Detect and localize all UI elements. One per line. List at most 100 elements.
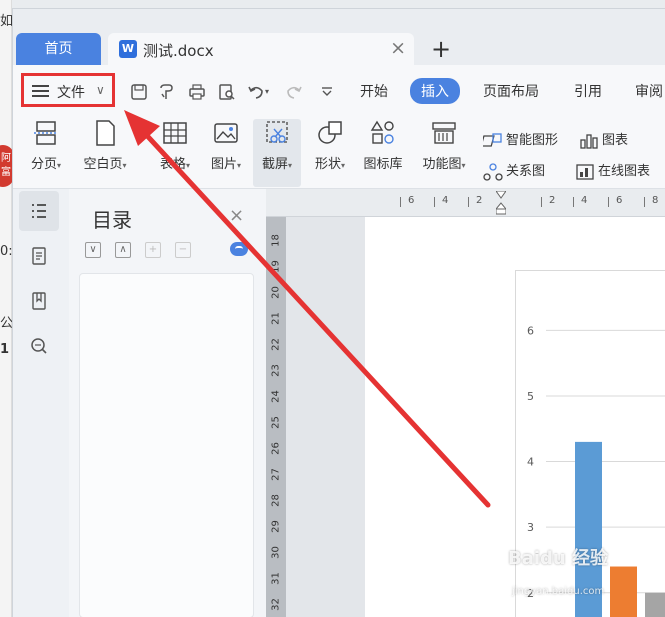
tab-start[interactable]: 开始: [360, 81, 388, 101]
blank-page-button[interactable]: 空白页▾: [75, 119, 135, 172]
blank-page-icon: [91, 119, 119, 147]
document-title: 测试.docx: [143, 42, 214, 60]
toc-panel: 目录 × ∨ ∧ + −: [69, 189, 266, 617]
ruler-tick-label: 8: [652, 195, 659, 206]
ruler-tick-label: 4: [442, 195, 449, 206]
indent-marker[interactable]: [494, 190, 508, 215]
function-chart-label: 功能图: [422, 157, 462, 172]
remove-heading-icon[interactable]: −: [175, 242, 191, 258]
icon-library-button[interactable]: 图标库: [357, 119, 409, 172]
function-chart-button[interactable]: 功能图▾: [415, 119, 473, 172]
ruler-tick-label: 4: [581, 195, 588, 206]
app-window: 首页 W 测试.docx × + 文件 ∨ ▾ 开始 插入 页面布局 引用 审阅…: [12, 8, 665, 617]
file-menu-button[interactable]: 文件 ∨: [21, 73, 115, 107]
relation-button[interactable]: 关系图: [483, 160, 545, 181]
new-tab-button[interactable]: +: [431, 37, 451, 61]
expand-icon[interactable]: ∧: [115, 242, 131, 258]
bookmark-nav-button[interactable]: [19, 281, 59, 321]
screenshot-icon: [263, 119, 291, 147]
ruler-tick-label: 28: [270, 494, 282, 507]
screenshot-label: 截屏: [261, 157, 288, 172]
print-icon[interactable]: [188, 83, 206, 101]
table-button[interactable]: 表格▾: [151, 119, 199, 172]
ruler-tick-label: 2: [549, 195, 556, 206]
insert-ribbon: 分页▾ 空白页▾ 表格▾ 图片▾ 截屏▾ 形状▾ 图标库 功能图▾ 智能图形 图…: [13, 117, 665, 189]
screenshot-button[interactable]: 截屏▾: [253, 119, 301, 187]
background-text: 1: [0, 342, 10, 357]
ruler-tick-label: 24: [270, 390, 282, 403]
tab-document[interactable]: W 测试.docx ×: [108, 33, 414, 65]
smart-art-label: 智能图形: [506, 133, 559, 148]
ruler-tick-label: 18: [270, 234, 282, 247]
chart-button[interactable]: 图表: [579, 129, 628, 150]
page-break-icon: [32, 119, 60, 147]
tab-review[interactable]: 审阅: [635, 81, 663, 101]
ruler-tick-label: 32: [270, 598, 282, 611]
toc-options-icon[interactable]: [230, 242, 248, 256]
blank-page-label: 空白页: [83, 157, 123, 172]
shape-icon: [316, 119, 344, 147]
image-button[interactable]: 图片▾: [203, 119, 249, 172]
find-nav-button[interactable]: [19, 326, 59, 366]
relation-icon: [483, 162, 503, 181]
ruler-tick-label: 25: [270, 416, 282, 429]
undo-dropdown-icon[interactable]: ▾: [265, 87, 275, 105]
tab-insert[interactable]: 插入: [410, 78, 460, 104]
ruler-tick: [644, 197, 645, 207]
collapse-icon[interactable]: ∨: [85, 242, 101, 258]
shape-label: 形状: [314, 157, 341, 172]
ruler-tick-label: 6: [408, 195, 415, 206]
ruler-tick-label: 20: [270, 286, 282, 299]
ruler-tick-label: 22: [270, 338, 282, 351]
icon-library-label: 图标库: [363, 157, 403, 172]
table-icon: [161, 119, 189, 147]
add-heading-icon[interactable]: +: [145, 242, 161, 258]
function-chart-icon: [430, 119, 458, 147]
background-window: 如 0: 公 1 阿富: [0, 0, 14, 617]
online-chart-label: 在线图表: [598, 164, 651, 179]
save-icon[interactable]: [130, 83, 148, 101]
search-icon: [31, 338, 47, 354]
online-chart-button[interactable]: 在线图表: [575, 160, 650, 181]
tab-home[interactable]: 首页: [16, 33, 101, 65]
toc-nav-button[interactable]: [19, 191, 59, 231]
word-doc-icon: W: [119, 40, 137, 58]
smart-art-button[interactable]: 智能图形: [480, 129, 559, 150]
ruler-tick-label: 21: [270, 312, 282, 325]
ruler-tick: [608, 197, 609, 207]
toc-list: [79, 273, 254, 617]
customize-toolbar-icon[interactable]: [318, 83, 336, 101]
ruler-tick-label: 6: [616, 195, 623, 206]
page-break-label: 分页: [30, 157, 57, 172]
background-text: 0:: [0, 244, 13, 259]
format-painter-icon[interactable]: [158, 83, 176, 101]
close-tab-icon[interactable]: ×: [390, 38, 406, 58]
tab-references[interactable]: 引用: [574, 81, 602, 101]
ruler-tick: [434, 197, 435, 207]
y-tick-label: 4: [527, 456, 534, 469]
ruler-tick: [573, 197, 574, 207]
ruler-tick-label: 19: [270, 260, 282, 273]
vertical-ruler: 18 19 20 21 22 23 24 25 26 27 28 29 30 31 32: [266, 217, 286, 617]
bar: [645, 592, 665, 617]
redo-icon[interactable]: [285, 83, 303, 101]
ruler-tick: [541, 197, 542, 207]
print-preview-icon[interactable]: [218, 83, 236, 101]
bookmark-icon: [32, 292, 46, 310]
image-icon: [212, 119, 240, 147]
hamburger-icon: [32, 85, 49, 97]
horizontal-ruler: 6 4 2 2 4 6 8: [266, 189, 665, 217]
chart-label: 图表: [602, 133, 629, 148]
undo-icon[interactable]: [247, 83, 265, 101]
shape-button[interactable]: 形状▾: [307, 119, 353, 172]
tab-page-layout[interactable]: 页面布局: [483, 81, 539, 101]
smart-art-icon: [480, 132, 503, 150]
ruler-tick-label: 27: [270, 468, 282, 481]
page-break-button[interactable]: 分页▾: [23, 119, 69, 172]
outline-nav-button[interactable]: [19, 236, 59, 276]
ruler-tick-label: 26: [270, 442, 282, 455]
ruler-tick-label: 30: [270, 546, 282, 559]
close-icon[interactable]: ×: [229, 205, 244, 226]
tab-bar: 首页 W 测试.docx × +: [13, 9, 665, 65]
ruler-tick-label: 23: [270, 364, 282, 377]
